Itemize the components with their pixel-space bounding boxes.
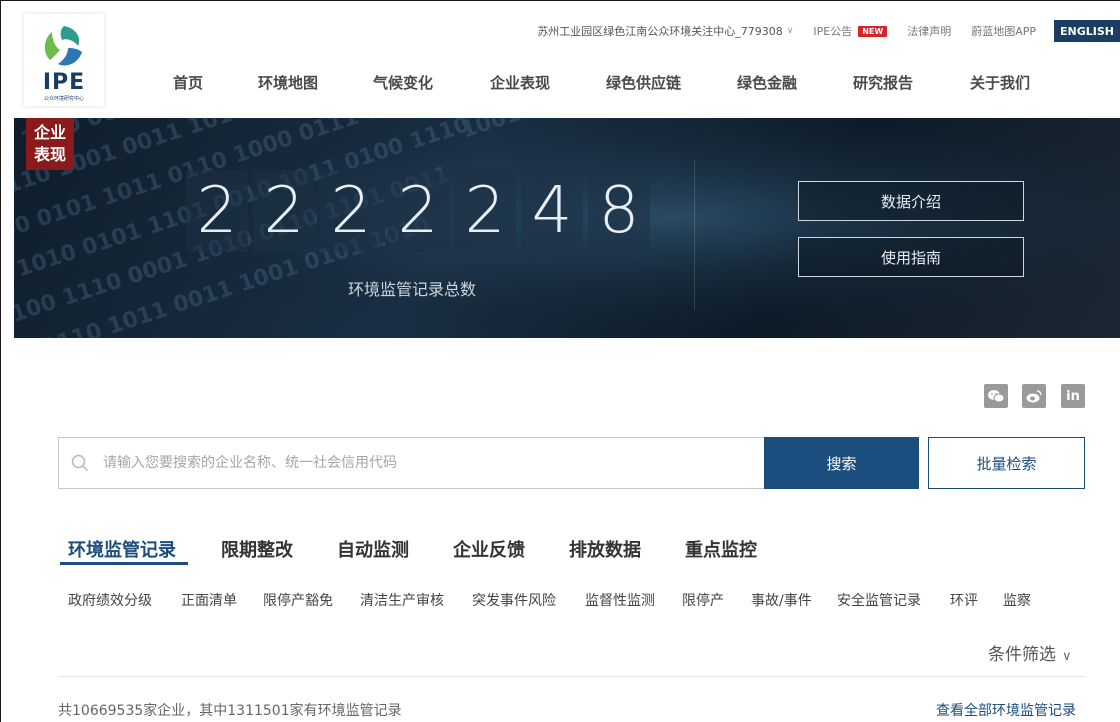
tab-auto-monitoring[interactable]: 自动监测 [337, 536, 409, 562]
tag-line-2: 表现 [33, 145, 66, 164]
data-intro-button[interactable]: 数据介绍 [798, 181, 1024, 221]
chevron-down-icon: ∨ [786, 26, 794, 36]
search-box[interactable] [58, 437, 764, 489]
subfilter-gov-performance[interactable]: 政府绩效分级 [68, 590, 152, 610]
linkedin-icon[interactable]: in [1061, 384, 1085, 408]
nav-item-climate[interactable]: 气候变化 [373, 72, 433, 93]
counter-digit: 4 [521, 170, 583, 252]
main-nav: 首页 环境地图 气候变化 企业表现 绿色供应链 绿色金融 研究报告 关于我们 [116, 48, 1090, 112]
wechat-icon[interactable] [984, 384, 1008, 408]
ipe-logo-icon [42, 24, 86, 68]
condition-filter-toggle[interactable]: 条件筛选 ∨ [988, 640, 1072, 665]
batch-search-button[interactable]: 批量检索 [928, 437, 1085, 489]
nav-item-about[interactable]: 关于我们 [970, 72, 1030, 93]
counter-digit: 2 [454, 170, 516, 252]
org-account-dropdown[interactable]: 苏州工业园区绿色江南公众环境关注中心_779308 ∨ [537, 23, 793, 39]
tab-key-monitoring[interactable]: 重点监控 [685, 536, 757, 562]
subfilter-production-limit[interactable]: 限停产 [682, 590, 724, 610]
subfilter-supervisory-monitoring[interactable]: 监督性监测 [585, 590, 655, 610]
ipe-logo[interactable]: IPE 公众环境研究中心 [24, 14, 104, 106]
top-bar: 苏州工业园区绿色江南公众环境关注中心_779308 ∨ IPE公告 NEW 法律… [116, 16, 1120, 46]
nav-item-reports[interactable]: 研究报告 [853, 72, 913, 93]
tab-emission-data[interactable]: 排放数据 [569, 536, 641, 562]
subfilter-inspection[interactable]: 监察 [1003, 590, 1031, 610]
counter-digit: 2 [253, 170, 315, 252]
org-account-label: 苏州工业园区绿色江南公众环境关注中心_779308 [537, 25, 783, 38]
hero-divider [694, 160, 695, 310]
tab-env-records[interactable]: 环境监管记录 [68, 536, 176, 562]
subfilter-emergency-risk[interactable]: 突发事件风险 [472, 590, 556, 610]
logo-subtext: 公众环境研究中心 [43, 96, 84, 102]
condition-filter-label: 条件筛选 [988, 645, 1056, 665]
tab-rectification[interactable]: 限期整改 [221, 536, 293, 562]
record-counter: 2 2 2 2 2 4 8 [186, 170, 655, 252]
nav-item-env-map[interactable]: 环境地图 [258, 72, 318, 93]
subfilter-eia[interactable]: 环评 [950, 590, 978, 610]
notice-label: IPE公告 [813, 25, 853, 38]
language-switch-button[interactable]: ENGLISH [1054, 20, 1120, 42]
legal-link[interactable]: 法律声明 [907, 23, 951, 39]
nav-item-green-finance[interactable]: 绿色金融 [737, 72, 797, 93]
counter-digit: 2 [387, 170, 449, 252]
weibo-glyph [1026, 390, 1042, 403]
subfilter-accidents[interactable]: 事故/事件 [751, 590, 812, 610]
subfilter-clean-production[interactable]: 清洁生产审核 [360, 590, 444, 610]
search-button[interactable]: 搜索 [764, 437, 919, 489]
subfilter-exemption[interactable]: 限停产豁免 [263, 590, 333, 610]
user-guide-button[interactable]: 使用指南 [798, 237, 1024, 277]
counter-digit: 2 [320, 170, 382, 252]
counter-digit: 2 [186, 170, 248, 252]
nav-item-home[interactable]: 首页 [173, 72, 203, 93]
chevron-down-icon: ∨ [1062, 649, 1072, 664]
nav-item-enterprise[interactable]: 企业表现 [490, 72, 550, 93]
nav-item-green-supply-chain[interactable]: 绿色供应链 [606, 72, 681, 93]
counter-digit: 8 [588, 170, 650, 252]
tab-enterprise-feedback[interactable]: 企业反馈 [453, 536, 525, 562]
wechat-glyph [988, 390, 1004, 403]
logo-text: IPE [42, 70, 86, 95]
view-all-records-link[interactable]: 查看全部环境监管记录 [936, 700, 1076, 720]
counter-caption: 环境监管记录总数 [348, 280, 477, 299]
notice-link[interactable]: IPE公告 NEW [813, 23, 888, 39]
summary-text: 共10669535家企业，其中1311501家有环境监管记录 [58, 703, 402, 719]
tag-line-1: 企业 [33, 123, 66, 142]
divider [58, 676, 1085, 677]
enterprise-performance-tag: 企业 表现 [26, 118, 74, 170]
active-tab-indicator [60, 562, 188, 565]
subfilter-positive-list[interactable]: 正面清单 [181, 590, 237, 610]
new-badge: NEW [858, 25, 888, 37]
weibo-icon[interactable] [1022, 384, 1046, 408]
subfilter-safety-records[interactable]: 安全监管记录 [837, 590, 921, 610]
search-input[interactable] [103, 455, 703, 471]
app-link[interactable]: 蔚蓝地图APP [971, 23, 1036, 39]
search-icon [71, 454, 89, 472]
